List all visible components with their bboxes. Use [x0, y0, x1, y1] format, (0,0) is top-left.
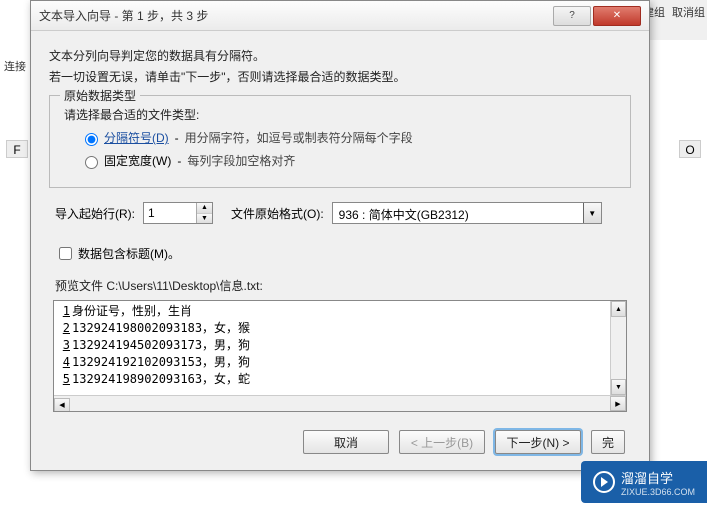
back-button: < 上一步(B) — [399, 430, 485, 454]
text-import-wizard-dialog: 文本导入向导 - 第 1 步，共 3 步 ? ✕ 文本分列向导判定您的数据具有分… — [30, 0, 650, 471]
fieldset-legend: 原始数据类型 — [60, 87, 140, 104]
finish-button-partial[interactable]: 完 — [591, 430, 625, 454]
play-icon — [593, 471, 615, 493]
dialog-title: 文本导入向导 - 第 1 步，共 3 步 — [39, 7, 551, 24]
description-line-2: 若一切设置无误，请单击"下一步"，否则请选择最合适的数据类型。 — [49, 68, 631, 85]
radio-fixed-desc: 每列字段加空格对齐 — [187, 152, 295, 169]
column-header-o: O — [679, 140, 701, 158]
ribbon-ungroup: 取消组 — [672, 4, 705, 20]
scroll-left-icon[interactable]: ◀ — [54, 398, 70, 413]
preview-line: 5132924198902093163，女，蛇 — [58, 371, 622, 388]
scroll-right-icon[interactable]: ▶ — [610, 396, 626, 411]
radio-fixed-row[interactable]: 固定宽度(W) - 每列字段加空格对齐 — [80, 152, 616, 169]
cancel-button[interactable]: 取消 — [303, 430, 389, 454]
dialog-body: 文本分列向导判定您的数据具有分隔符。 若一切设置无误，请单击"下一步"，否则请选… — [31, 31, 649, 470]
file-origin-dropdown[interactable]: 936 : 简体中文(GB2312) ▼ — [332, 202, 602, 224]
preview-scrollbar-horizontal[interactable]: ◀ ▶ — [54, 395, 626, 411]
close-button[interactable]: ✕ — [593, 6, 641, 26]
preview-box: 1身份证号，性别，生肖 2132924198002093183，女，猴 3132… — [53, 300, 627, 412]
spinner-up-icon[interactable]: ▲ — [197, 203, 212, 214]
has-header-checkbox[interactable] — [59, 247, 72, 260]
has-header-label: 数据包含标题(M)。 — [78, 245, 180, 262]
excel-side-fragment: 连接 — [0, 0, 30, 523]
watermark-badge: 溜溜自学 ZIXUE.3D66.COM — [581, 461, 707, 503]
side-link-label: 连接 — [4, 58, 26, 74]
close-icon: ✕ — [613, 10, 621, 21]
preview-line: 2132924198002093183，女，猴 — [58, 320, 622, 337]
preview-scrollbar-vertical[interactable]: ▲ ▼ — [610, 301, 626, 395]
preview-content: 1身份证号，性别，生肖 2132924198002093183，女，猴 3132… — [54, 301, 626, 390]
start-row-label: 导入起始行(R): — [55, 205, 135, 222]
filetype-label: 请选择最合适的文件类型: — [64, 106, 616, 123]
original-data-type-fieldset: 原始数据类型 请选择最合适的文件类型: 分隔符号(D) - 用分隔字符，如逗号或… — [49, 95, 631, 188]
scroll-down-icon[interactable]: ▼ — [611, 379, 626, 395]
preview-line: 3132924194502093173，男，狗 — [58, 337, 622, 354]
preview-line: 4132924192102093153，男，狗 — [58, 354, 622, 371]
scroll-up-icon[interactable]: ▲ — [611, 301, 626, 317]
dialog-button-row: 取消 < 上一步(B) 下一步(N) > 完 — [49, 430, 625, 454]
file-origin-value: 936 : 简体中文(GB2312) — [333, 203, 583, 223]
preview-line: 1身份证号，性别，生肖 — [58, 303, 622, 320]
radio-delimited-label: 分隔符号(D) — [104, 129, 169, 146]
column-header-f: F — [6, 140, 28, 158]
spinner-down-icon[interactable]: ▼ — [197, 214, 212, 224]
description-line-1: 文本分列向导判定您的数据具有分隔符。 — [49, 47, 631, 64]
watermark-main: 溜溜自学 — [621, 468, 695, 487]
radio-fixed-width[interactable] — [85, 156, 98, 169]
spinner-arrows[interactable]: ▲ ▼ — [196, 203, 212, 223]
preview-file-path: C:\Users\11\Desktop\信息.txt: — [106, 279, 263, 293]
help-button[interactable]: ? — [553, 6, 591, 26]
next-button[interactable]: 下一步(N) > — [495, 430, 581, 454]
watermark-sub: ZIXUE.3D66.COM — [621, 487, 695, 497]
file-origin-label: 文件原始格式(O): — [231, 205, 324, 222]
radio-fixed-label: 固定宽度(W) — [104, 152, 171, 169]
preview-label: 预览文件 C:\Users\11\Desktop\信息.txt: — [55, 277, 631, 294]
has-header-row[interactable]: 数据包含标题(M)。 — [55, 244, 631, 263]
dialog-titlebar: 文本导入向导 - 第 1 步，共 3 步 ? ✕ — [31, 1, 649, 31]
dropdown-arrow-icon[interactable]: ▼ — [583, 203, 601, 223]
start-row-input[interactable] — [144, 203, 196, 223]
start-row-spinner[interactable]: ▲ ▼ — [143, 202, 213, 224]
radio-delimited-desc: 用分隔字符，如逗号或制表符分隔每个字段 — [185, 129, 413, 146]
radio-delimited-row[interactable]: 分隔符号(D) - 用分隔字符，如逗号或制表符分隔每个字段 — [80, 129, 616, 146]
radio-delimited[interactable] — [85, 133, 98, 146]
import-start-row: 导入起始行(R): ▲ ▼ 文件原始格式(O): 936 : 简体中文(GB23… — [55, 202, 631, 224]
